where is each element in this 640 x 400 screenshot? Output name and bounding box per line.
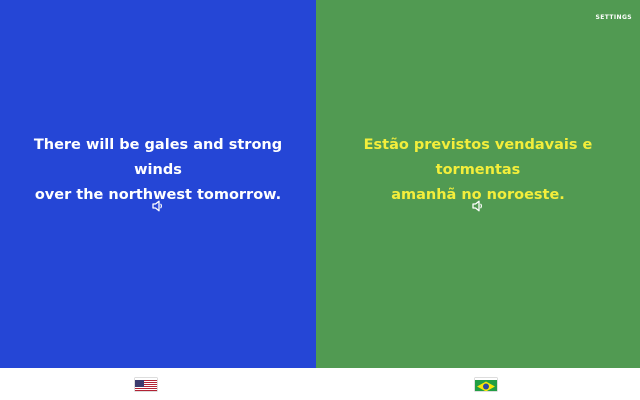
target-phrase-line-1: Estão previstos vendavais e tormentas bbox=[363, 137, 593, 178]
target-panel: SETTINGS Estão previstos vendavais e tor… bbox=[316, 0, 640, 368]
language-flag-bar bbox=[0, 368, 640, 400]
source-phrase: There will be gales and strong winds ove… bbox=[0, 133, 316, 208]
source-speaker-icon[interactable] bbox=[150, 198, 166, 214]
us-flag-icon[interactable] bbox=[135, 378, 157, 391]
target-speaker-icon[interactable] bbox=[470, 198, 486, 214]
source-phrase-line-1: There will be gales and strong winds bbox=[33, 137, 283, 178]
settings-button[interactable]: SETTINGS bbox=[596, 14, 632, 21]
brazil-flag-icon[interactable] bbox=[475, 378, 497, 391]
target-phrase: Estão previstos vendavais e tormentas am… bbox=[316, 133, 640, 208]
source-panel: There will be gales and strong winds ove… bbox=[0, 0, 316, 368]
